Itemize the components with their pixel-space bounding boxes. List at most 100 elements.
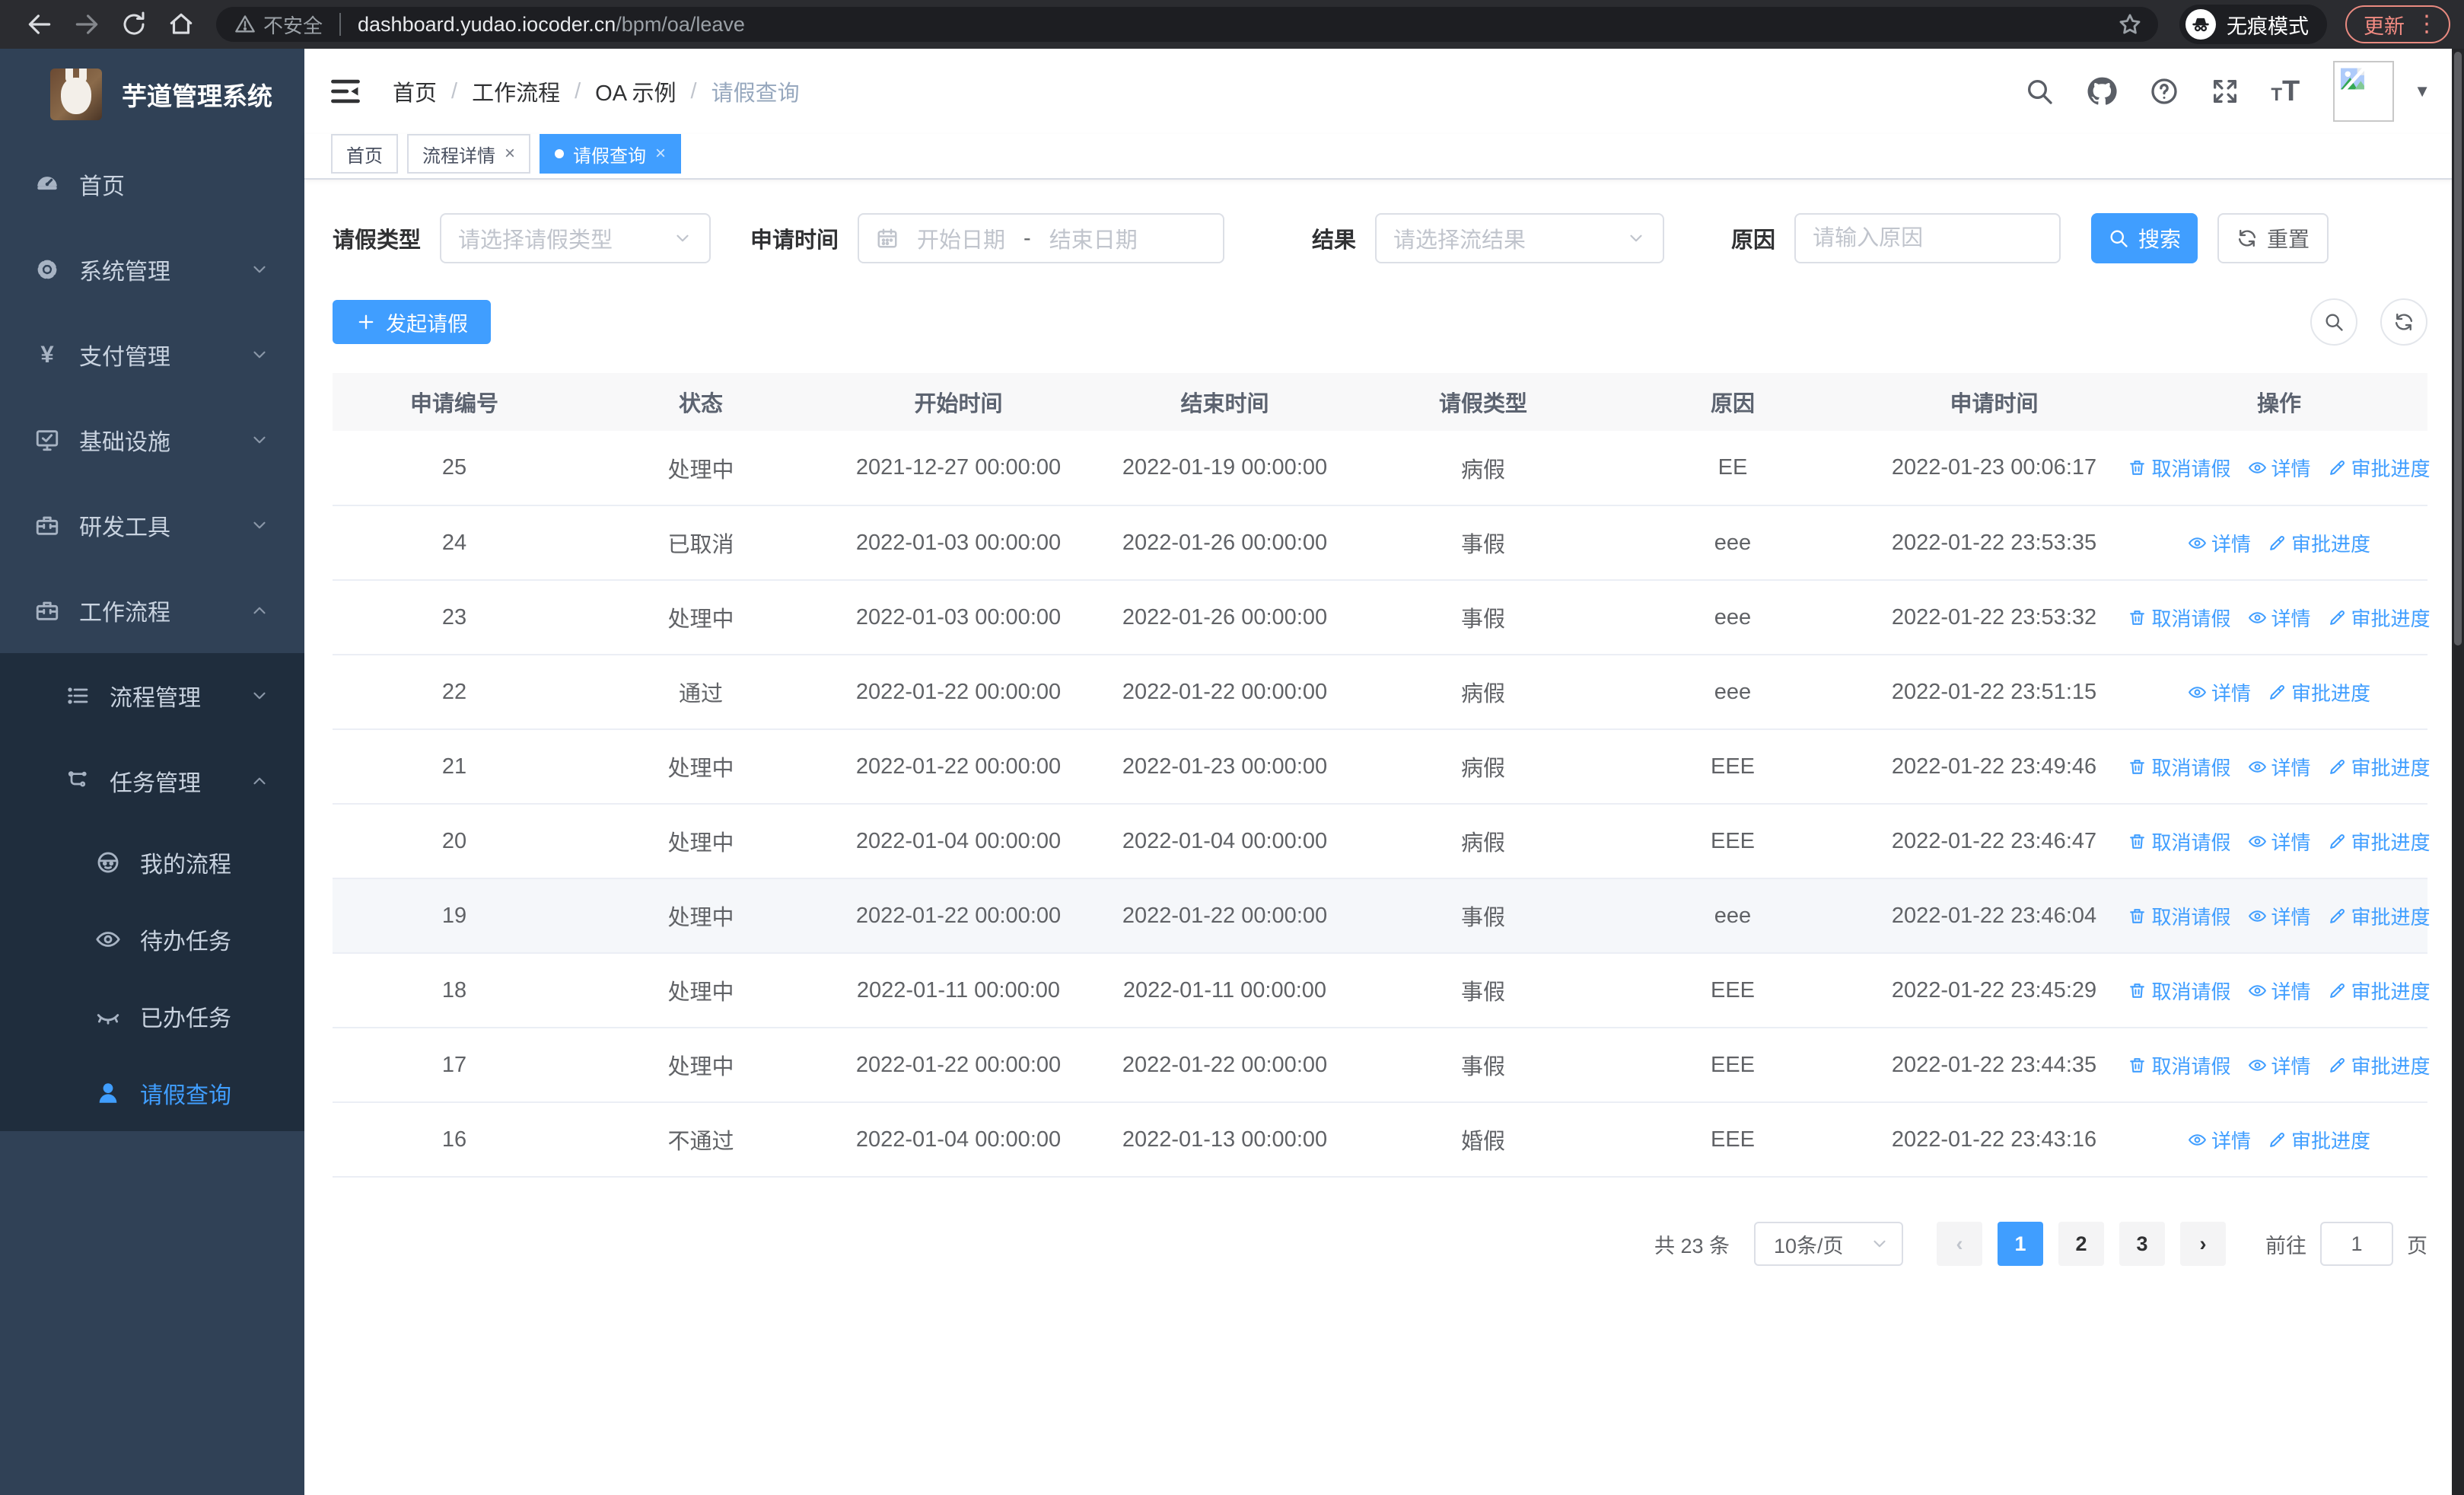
eye-icon [2248, 832, 2267, 851]
sidebar-item-已办任务[interactable]: 已办任务 [0, 977, 304, 1054]
tab-close-icon[interactable]: × [655, 143, 666, 164]
forward-icon[interactable] [67, 5, 107, 44]
breadcrumb-item[interactable]: 首页 [393, 75, 437, 107]
progress-link[interactable]: 审批进度 [2268, 529, 2370, 557]
sidebar-item-研发工具[interactable]: 研发工具 [0, 483, 304, 568]
address-bar[interactable]: 不安全 dashboard.yudao.iocoder.cn/bpm/oa/le… [216, 7, 2158, 42]
sidebar-item-label: 已办任务 [140, 1006, 231, 1031]
detail-link[interactable]: 详情 [2188, 678, 2251, 706]
progress-link[interactable]: 审批进度 [2328, 604, 2431, 632]
detail-link[interactable]: 详情 [2188, 1126, 2251, 1154]
font-size-icon[interactable]: TT [2271, 77, 2300, 106]
apply-time-range-picker[interactable]: 开始日期 - 结束日期 [858, 213, 1225, 263]
page-scrollbar[interactable] [2452, 49, 2464, 1495]
sidebar-item-待办任务[interactable]: 待办任务 [0, 901, 304, 977]
sidebar-item-系统管理[interactable]: 系统管理 [0, 227, 304, 312]
sidebar-item-任务管理[interactable]: 任务管理 [0, 738, 304, 824]
pen-icon [2268, 1130, 2287, 1149]
chevron-up-icon [250, 771, 269, 791]
progress-link[interactable]: 审批进度 [2328, 827, 2431, 856]
action-label: 审批进度 [2291, 532, 2371, 556]
detail-link[interactable]: 详情 [2248, 1051, 2311, 1079]
chevron-down-icon [250, 430, 269, 450]
progress-link[interactable]: 审批进度 [2328, 753, 2431, 781]
result-select[interactable]: 请选择流结果 [1375, 213, 1665, 263]
goto-page-input[interactable] [2320, 1222, 2393, 1266]
tab-close-icon[interactable]: × [505, 143, 515, 164]
pen-icon [2328, 907, 2347, 926]
table-refresh-button[interactable] [2380, 298, 2427, 346]
sidebar-item-支付管理[interactable]: ¥ 支付管理 [0, 312, 304, 397]
goto-label: 前往 [2265, 1234, 2306, 1258]
fullscreen-icon[interactable] [2210, 76, 2240, 107]
cancel-leave-link[interactable]: 取消请假 [2128, 604, 2231, 632]
avatar-caret-down-icon[interactable]: ▼ [2414, 81, 2431, 101]
detail-link[interactable]: 详情 [2248, 604, 2311, 632]
trash-icon [2128, 757, 2147, 776]
page-button-2[interactable]: 2 [2058, 1222, 2104, 1266]
scrollbar-thumb[interactable] [2454, 52, 2462, 645]
action-label: 取消请假 [2151, 980, 2231, 1003]
bookmark-star-icon[interactable] [2117, 11, 2143, 37]
sidebar-item-基础设施[interactable]: 基础设施 [0, 397, 304, 483]
header-search-icon[interactable] [2024, 76, 2055, 107]
detail-link[interactable]: 详情 [2248, 977, 2311, 1005]
cancel-leave-link[interactable]: 取消请假 [2128, 753, 2231, 781]
breadcrumb-item[interactable]: OA 示例 [595, 75, 676, 107]
logo-row[interactable]: 芋道管理系统 [0, 49, 304, 142]
page-button-3[interactable]: 3 [2119, 1222, 2165, 1266]
detail-link[interactable]: 详情 [2248, 902, 2311, 930]
cancel-leave-link[interactable]: 取消请假 [2128, 977, 2231, 1005]
page-button-1[interactable]: 1 [1998, 1222, 2043, 1266]
cancel-leave-link[interactable]: 取消请假 [2128, 1051, 2231, 1079]
table-search-toggle-button[interactable] [2310, 298, 2357, 346]
reset-button[interactable]: 重置 [2217, 213, 2329, 263]
action-label: 取消请假 [2151, 1054, 2231, 1078]
sidebar-item-首页[interactable]: 首页 [0, 142, 304, 227]
sidebar-item-我的流程[interactable]: 我的流程 [0, 824, 304, 901]
sidebar-collapse-icon[interactable] [327, 73, 364, 110]
browser-update-button[interactable]: 更新 ⋮ [2345, 5, 2450, 43]
reload-icon[interactable] [114, 5, 154, 44]
detail-link[interactable]: 详情 [2248, 827, 2311, 856]
tab-流程详情[interactable]: 流程详情 × [407, 134, 531, 174]
next-page-button[interactable]: › [2180, 1222, 2226, 1266]
page-size-select[interactable]: 10条/页 [1754, 1222, 1903, 1266]
reason-input[interactable] [1813, 225, 2043, 251]
github-icon[interactable] [2085, 75, 2119, 108]
create-leave-button[interactable]: 发起请假 [333, 300, 491, 344]
breadcrumb-item[interactable]: 工作流程 [472, 75, 560, 107]
avatar[interactable] [2333, 61, 2395, 122]
browser-menu-icon[interactable]: ⋮ [2415, 13, 2438, 36]
home-icon[interactable] [161, 5, 201, 44]
progress-link[interactable]: 审批进度 [2328, 902, 2431, 930]
cancel-leave-link[interactable]: 取消请假 [2128, 902, 2231, 930]
back-icon[interactable] [20, 5, 59, 44]
eye-icon [2188, 534, 2207, 553]
cancel-leave-link[interactable]: 取消请假 [2128, 454, 2231, 482]
tab-请假查询[interactable]: 请假查询 × [540, 134, 682, 174]
cell-id: 17 [333, 1028, 576, 1103]
search-button[interactable]: 搜索 [2091, 213, 2198, 263]
sidebar-item-请假查询[interactable]: 请假查询 [0, 1054, 304, 1131]
progress-link[interactable]: 审批进度 [2328, 1051, 2431, 1079]
security-chip[interactable]: 不安全 [234, 11, 323, 39]
sidebar-item-工作流程[interactable]: 工作流程 [0, 568, 304, 653]
refresh-icon [2236, 228, 2258, 249]
prev-page-button[interactable]: ‹ [1937, 1222, 1982, 1266]
progress-link[interactable]: 审批进度 [2328, 977, 2431, 1005]
help-icon[interactable] [2149, 76, 2179, 107]
cancel-leave-link[interactable]: 取消请假 [2128, 827, 2231, 856]
broken-image-icon [2339, 67, 2368, 93]
progress-link[interactable]: 审批进度 [2268, 1126, 2370, 1154]
detail-link[interactable]: 详情 [2248, 753, 2311, 781]
leave-type-select[interactable]: 请选择请假类型 [440, 213, 712, 263]
detail-link[interactable]: 详情 [2248, 454, 2311, 482]
tab-首页[interactable]: 首页 [331, 134, 398, 174]
detail-link[interactable]: 详情 [2188, 529, 2251, 557]
cell-status: 处理中 [576, 729, 826, 805]
chevron-down-icon [673, 228, 692, 248]
progress-link[interactable]: 审批进度 [2328, 454, 2431, 482]
sidebar-item-流程管理[interactable]: 流程管理 [0, 653, 304, 738]
progress-link[interactable]: 审批进度 [2268, 678, 2370, 706]
